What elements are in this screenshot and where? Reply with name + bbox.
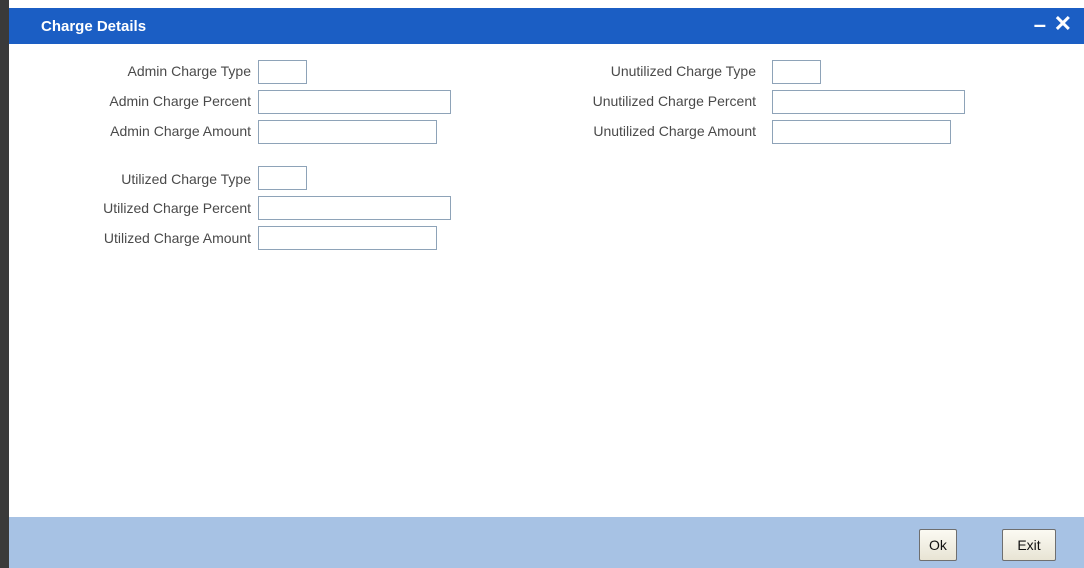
footer-bar: Ok Exit: [9, 517, 1084, 568]
utilized-charge-percent-label: Utilized Charge Percent: [103, 200, 251, 216]
utilized-charge-type-input[interactable]: [258, 166, 307, 190]
title-bar: Charge Details – ✕: [9, 0, 1084, 44]
admin-charge-type-input[interactable]: [258, 60, 307, 84]
utilized-charge-type-label: Utilized Charge Type: [121, 171, 251, 187]
utilized-charge-amount-label: Utilized Charge Amount: [103, 230, 251, 246]
admin-charge-amount-label: Admin Charge Amount: [110, 123, 251, 139]
unutilized-charge-type-label: Unutilized Charge Type: [610, 63, 756, 79]
minimize-icon[interactable]: –: [1034, 10, 1046, 40]
unutilized-charge-amount-input[interactable]: [772, 120, 951, 144]
window-title: Charge Details: [41, 18, 147, 35]
unutilized-charge-percent-label: Unutilized Charge Percent: [592, 93, 756, 109]
unutilized-charge-type-input[interactable]: [772, 60, 821, 84]
close-icon[interactable]: ✕: [1054, 10, 1072, 38]
utilized-charge-percent-input[interactable]: [258, 196, 451, 220]
ok-button[interactable]: Ok: [919, 529, 957, 561]
exit-button[interactable]: Exit: [1002, 529, 1056, 561]
admin-charge-type-label: Admin Charge Type: [127, 63, 251, 79]
unutilized-charge-amount-label: Unutilized Charge Amount: [593, 123, 756, 139]
admin-charge-amount-input[interactable]: [258, 120, 437, 144]
charge-details-window: Charge Details – ✕ Admin Charge Type Adm…: [0, 0, 1084, 568]
admin-charge-percent-input[interactable]: [258, 90, 451, 114]
admin-charge-percent-label: Admin Charge Percent: [109, 93, 251, 109]
utilized-charge-amount-input[interactable]: [258, 226, 437, 250]
unutilized-charge-percent-input[interactable]: [772, 90, 965, 114]
